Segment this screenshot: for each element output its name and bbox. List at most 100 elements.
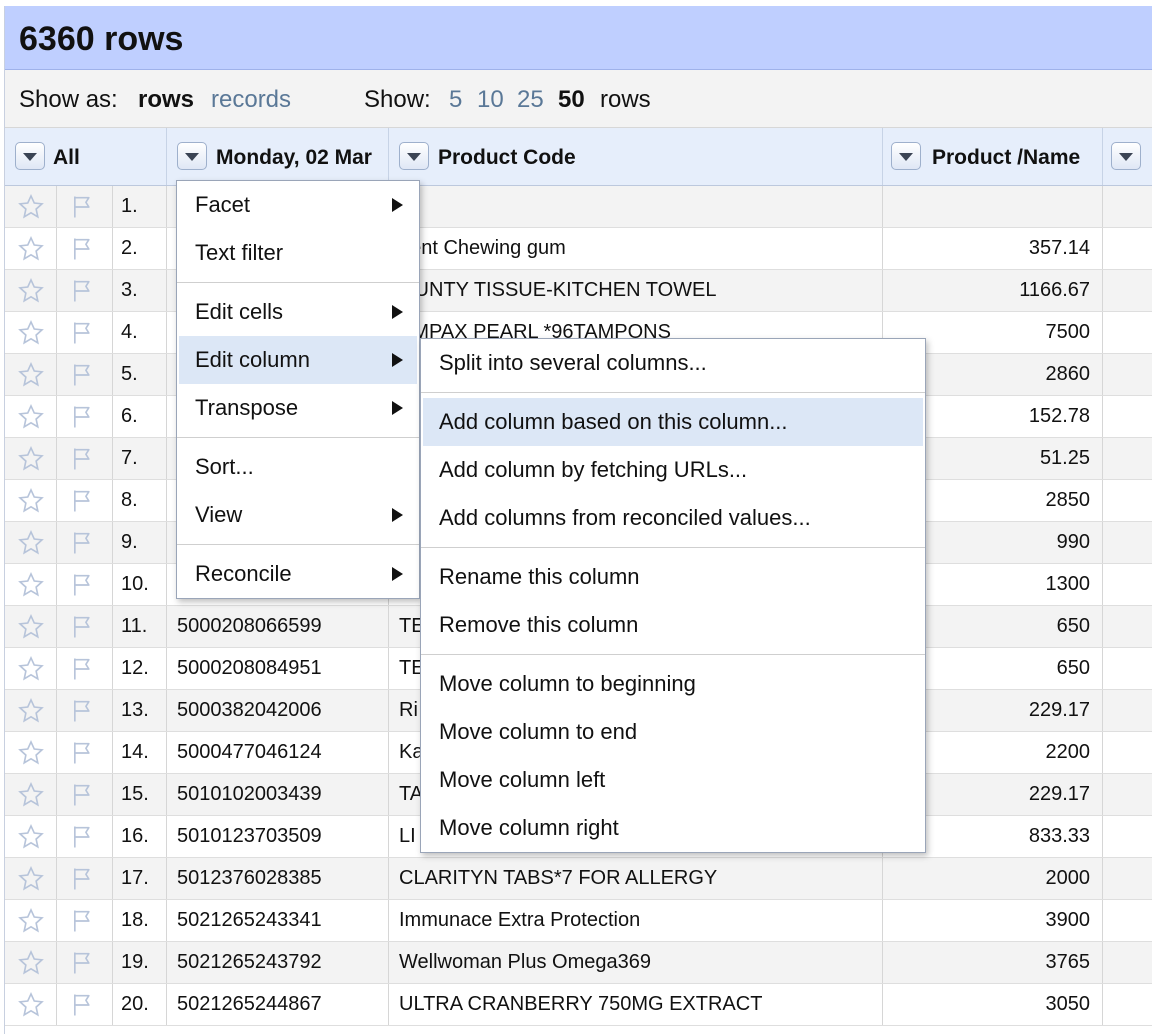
name-cell[interactable]: 3765	[883, 942, 1103, 983]
code-column-dropdown-icon[interactable]	[399, 142, 429, 170]
flag-icon[interactable]	[69, 655, 97, 689]
all-dropdown-icon[interactable]	[15, 142, 45, 170]
flag-icon[interactable]	[69, 613, 97, 647]
star-icon[interactable]	[17, 193, 45, 227]
menu-divider	[421, 392, 925, 393]
flag-icon[interactable]	[69, 487, 97, 521]
menu-item-rename-column[interactable]: Rename this column	[423, 553, 923, 601]
flag-icon[interactable]	[69, 529, 97, 563]
name-cell[interactable]: 1166.67	[883, 270, 1103, 311]
star-icon[interactable]	[17, 991, 45, 1025]
menu-item-reconcile[interactable]: Reconcile	[179, 550, 417, 598]
star-icon[interactable]	[17, 529, 45, 563]
star-icon[interactable]	[17, 571, 45, 605]
page-size-5[interactable]: 5	[449, 86, 462, 114]
star-icon[interactable]	[17, 907, 45, 941]
menu-item-move-end[interactable]: Move column to end	[423, 708, 923, 756]
menu-item-view[interactable]: View	[179, 491, 417, 539]
date-cell[interactable]: 5000208066599	[167, 606, 389, 647]
menu-item-transpose[interactable]: Transpose	[179, 384, 417, 432]
star-cell	[5, 186, 57, 227]
star-icon[interactable]	[17, 613, 45, 647]
date-cell[interactable]: 5010123703509	[167, 816, 389, 857]
menu-item-move-right[interactable]: Move column right	[423, 804, 923, 852]
menu-divider	[421, 547, 925, 548]
flag-icon[interactable]	[69, 235, 97, 269]
menu-item-edit-column[interactable]: Edit column	[179, 336, 417, 384]
star-icon[interactable]	[17, 445, 45, 479]
star-icon[interactable]	[17, 403, 45, 437]
date-cell[interactable]: 5000208084951	[167, 648, 389, 689]
code-cell[interactable]: OUNTY TISSUE-KITCHEN TOWEL	[389, 270, 883, 311]
flag-icon[interactable]	[69, 991, 97, 1025]
flag-icon[interactable]	[69, 403, 97, 437]
date-cell[interactable]: 5021265244867	[167, 984, 389, 1025]
flag-icon[interactable]	[69, 949, 97, 983]
page-size-25[interactable]: 25	[517, 86, 544, 114]
next-column-dropdown-icon[interactable]	[1111, 142, 1141, 170]
star-icon[interactable]	[17, 277, 45, 311]
star-icon[interactable]	[17, 949, 45, 983]
flag-icon[interactable]	[69, 319, 97, 353]
date-cell[interactable]: 5021265243341	[167, 900, 389, 941]
star-icon[interactable]	[17, 361, 45, 395]
star-icon[interactable]	[17, 235, 45, 269]
flag-icon[interactable]	[69, 193, 97, 227]
date-cell[interactable]: 5012376028385	[167, 858, 389, 899]
menu-item-move-beginning[interactable]: Move column to beginning	[423, 660, 923, 708]
name-column-dropdown-icon[interactable]	[891, 142, 921, 170]
star-icon[interactable]	[17, 697, 45, 731]
star-icon[interactable]	[17, 319, 45, 353]
menu-item-edit-cells[interactable]: Edit cells	[179, 288, 417, 336]
star-icon[interactable]	[17, 739, 45, 773]
date-cell[interactable]: 5000382042006	[167, 690, 389, 731]
menu-item-add-column-based[interactable]: Add column based on this column...	[423, 398, 923, 446]
menu-item-add-column-fetch-urls[interactable]: Add column by fetching URLs...	[423, 446, 923, 494]
flag-icon[interactable]	[69, 277, 97, 311]
menu-item-text-filter[interactable]: Text filter	[179, 229, 417, 277]
flag-icon[interactable]	[69, 361, 97, 395]
name-cell[interactable]: 357.14	[883, 228, 1103, 269]
star-icon[interactable]	[17, 655, 45, 689]
code-cell[interactable]: dent Chewing gum	[389, 228, 883, 269]
code-cell[interactable]: Wellwoman Plus Omega369	[389, 942, 883, 983]
name-cell[interactable]: 2000	[883, 858, 1103, 899]
column-header-next	[1103, 128, 1152, 185]
flag-icon[interactable]	[69, 445, 97, 479]
name-cell[interactable]	[883, 186, 1103, 227]
code-cell[interactable]: Immunace Extra Protection	[389, 900, 883, 941]
star-icon[interactable]	[17, 487, 45, 521]
star-icon[interactable]	[17, 823, 45, 857]
menu-item-add-columns-reconciled[interactable]: Add columns from reconciled values...	[423, 494, 923, 542]
star-icon[interactable]	[17, 865, 45, 899]
menu-item-move-left[interactable]: Move column left	[423, 756, 923, 804]
show-as-records[interactable]: records	[211, 86, 291, 114]
name-cell[interactable]: 3050	[883, 984, 1103, 1025]
next-cell	[1103, 816, 1152, 857]
date-cell[interactable]: 5000477046124	[167, 732, 389, 773]
page-size-50[interactable]: 50	[558, 86, 585, 114]
date-cell[interactable]: 5021265243792	[167, 942, 389, 983]
flag-icon[interactable]	[69, 571, 97, 605]
page-size-10[interactable]: 10	[477, 86, 504, 114]
menu-item-remove-column[interactable]: Remove this column	[423, 601, 923, 649]
show-as-rows[interactable]: rows	[138, 86, 194, 114]
name-cell[interactable]: 3900	[883, 900, 1103, 941]
flag-icon[interactable]	[69, 739, 97, 773]
code-cell[interactable]	[389, 186, 883, 227]
date-cell[interactable]: 5010102003439	[167, 774, 389, 815]
code-cell[interactable]: CLARITYN TABS*7 FOR ALLERGY	[389, 858, 883, 899]
menu-item-sort[interactable]: Sort...	[179, 443, 417, 491]
flag-icon[interactable]	[69, 781, 97, 815]
star-icon[interactable]	[17, 781, 45, 815]
menu-item-facet[interactable]: Facet	[179, 181, 417, 229]
code-cell[interactable]: ULTRA CRANBERRY 750MG EXTRACT	[389, 984, 883, 1025]
flag-icon[interactable]	[69, 697, 97, 731]
flag-icon[interactable]	[69, 907, 97, 941]
menu-item-split-columns[interactable]: Split into several columns...	[423, 339, 923, 387]
flag-icon[interactable]	[69, 865, 97, 899]
flag-icon[interactable]	[69, 823, 97, 857]
submenu-arrow-icon	[392, 198, 403, 212]
date-column-dropdown-icon[interactable]	[177, 142, 207, 170]
column-header-all: All	[5, 128, 167, 185]
